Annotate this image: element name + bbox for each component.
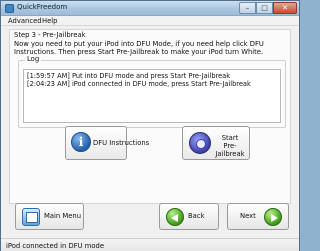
minimize-button[interactable]: – [239,2,256,14]
log-label: Log [25,55,42,63]
back-arrow-icon [166,208,184,226]
menu-advanced[interactable]: Advanced [8,17,42,25]
step-panel: Step 3 - Pre-Jailbreak Now you need to p… [9,29,291,204]
menu-bar: Advanced Help [1,16,299,26]
log-line: [2:04:23 AM] iPod connected in DFU mode,… [27,80,251,88]
next-arrow-icon [264,208,282,226]
start-label-line2: Pre-Jailbreak [215,142,245,158]
quickfreedom-window: QuickFreedom – □ ✕ Advanced Help Step 3 … [0,0,300,251]
step-instructions: Now you need to put your iPod into DFU M… [14,40,264,56]
main-menu-label: Main Menu [44,212,82,220]
status-bar: iPod connected in DFU mode [1,238,299,251]
dfu-instructions-button[interactable]: i DFU Instructions [65,126,149,160]
info-icon: i [71,132,91,152]
maximize-button[interactable]: □ [256,2,273,14]
dfu-instructions-label: DFU Instructions [93,139,150,147]
start-label-line1: Start [221,134,239,142]
window-title: QuickFreedom [17,3,68,11]
back-button[interactable]: Back [159,203,219,230]
log-list[interactable]: [1:59:57 AM] Put into DFU mode and press… [23,69,281,123]
menu-help[interactable]: Help [42,17,58,25]
status-text: iPod connected in DFU mode [6,242,105,250]
next-label: Next [240,212,256,220]
log-line: [1:59:57 AM] Put into DFU mode and press… [27,72,231,80]
log-group: Log [1:59:57 AM] Put into DFU mode and p… [18,55,286,128]
next-button[interactable]: Next [227,203,289,230]
menu-icon [22,208,40,226]
start-prejailbreak-label: Start Pre-Jailbreak [213,134,247,158]
gear-icon [189,132,211,154]
close-button[interactable]: ✕ [273,2,297,14]
step-title: Step 3 - Pre-Jailbreak [14,31,86,39]
back-label: Back [188,212,205,220]
main-menu-button[interactable]: Main Menu [15,203,84,230]
title-bar: QuickFreedom – □ ✕ [1,1,299,16]
app-icon [5,4,14,13]
start-prejailbreak-button[interactable]: Start Pre-Jailbreak [182,126,250,160]
